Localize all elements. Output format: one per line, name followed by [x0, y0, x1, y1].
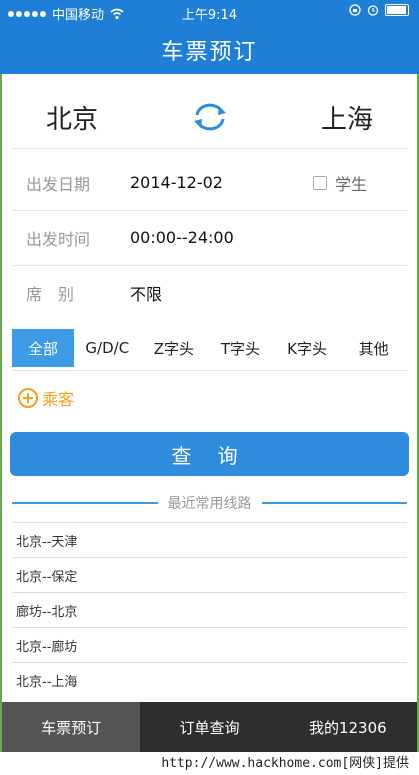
tab-z[interactable]: Z字头 — [141, 326, 208, 370]
query-button[interactable]: 查 询 — [10, 432, 409, 476]
tab-all[interactable]: 全部 — [12, 329, 74, 367]
passenger-label: 乘客 — [42, 390, 75, 409]
recent-route-item[interactable]: 北京--天津 — [12, 522, 407, 557]
seat-value[interactable]: 不限 — [130, 281, 162, 305]
tab-my-12306[interactable]: 我的12306 — [279, 702, 417, 752]
student-option[interactable]: 学生 — [312, 171, 367, 195]
seat-label: 席 别 — [26, 284, 75, 304]
tab-other[interactable]: 其他 — [340, 326, 407, 370]
add-circle-icon — [18, 388, 38, 408]
battery-icon — [385, 4, 409, 16]
from-city[interactable]: 北京 — [12, 99, 132, 136]
recent-route-item[interactable]: 北京--保定 — [12, 557, 407, 592]
recent-route-item[interactable]: 廊坊--北京 — [12, 592, 407, 627]
student-label: 学生 — [334, 174, 367, 194]
status-bar: 中国移动 上午9:14 — [0, 0, 419, 26]
recent-routes-header: 最近常用线路 — [12, 493, 407, 513]
tab-order-query[interactable]: 订单查询 — [140, 702, 278, 752]
recent-routes-list: 北京--天津 北京--保定 廊坊--北京 北京--廊坊 北京--上海 — [12, 522, 407, 697]
page-title: 车票预订 — [161, 40, 258, 65]
recent-route-item[interactable]: 北京--上海 — [12, 662, 407, 697]
divider-line — [261, 502, 407, 504]
watermark-text: http://www.hackhome.com[网侠]提供 — [0, 752, 419, 775]
date-label: 出发日期 — [26, 174, 91, 194]
departure-date-row[interactable]: 出发日期 2014-12-02 学生 — [12, 155, 407, 211]
tab-ticket-booking[interactable]: 车票预订 — [2, 702, 141, 752]
tab-k[interactable]: K字头 — [274, 326, 341, 370]
departure-time-row[interactable]: 出发时间 00:00--24:00 — [12, 210, 407, 266]
orientation-lock-icon — [349, 4, 361, 16]
tab-t[interactable]: T字头 — [207, 326, 274, 370]
divider-line — [12, 502, 158, 504]
recent-route-item[interactable]: 北京--廊坊 — [12, 627, 407, 662]
train-type-tabs: 全部 G/D/C Z字头 T字头 K字头 其他 — [12, 326, 407, 371]
route-selector: 北京 上海 — [12, 86, 407, 149]
time-value[interactable]: 00:00--24:00 — [130, 228, 234, 247]
date-value[interactable]: 2014-12-02 — [130, 173, 223, 192]
student-checkbox[interactable] — [312, 175, 327, 190]
add-passenger-button[interactable]: 乘客 — [18, 386, 74, 410]
to-city[interactable]: 上海 — [287, 99, 407, 136]
tab-gdc[interactable]: G/D/C — [74, 326, 141, 370]
time-label: 出发时间 — [26, 229, 91, 249]
swap-arrows-icon[interactable] — [190, 102, 230, 132]
status-right — [349, 4, 409, 16]
alarm-icon — [367, 5, 379, 16]
bottom-tab-bar: 车票预订 订单查询 我的12306 — [2, 702, 417, 752]
nav-bar: 车票预订 — [0, 26, 419, 74]
recent-routes-title: 最近常用线路 — [167, 496, 252, 512]
seat-class-row[interactable]: 席 别 不限 — [12, 265, 407, 320]
